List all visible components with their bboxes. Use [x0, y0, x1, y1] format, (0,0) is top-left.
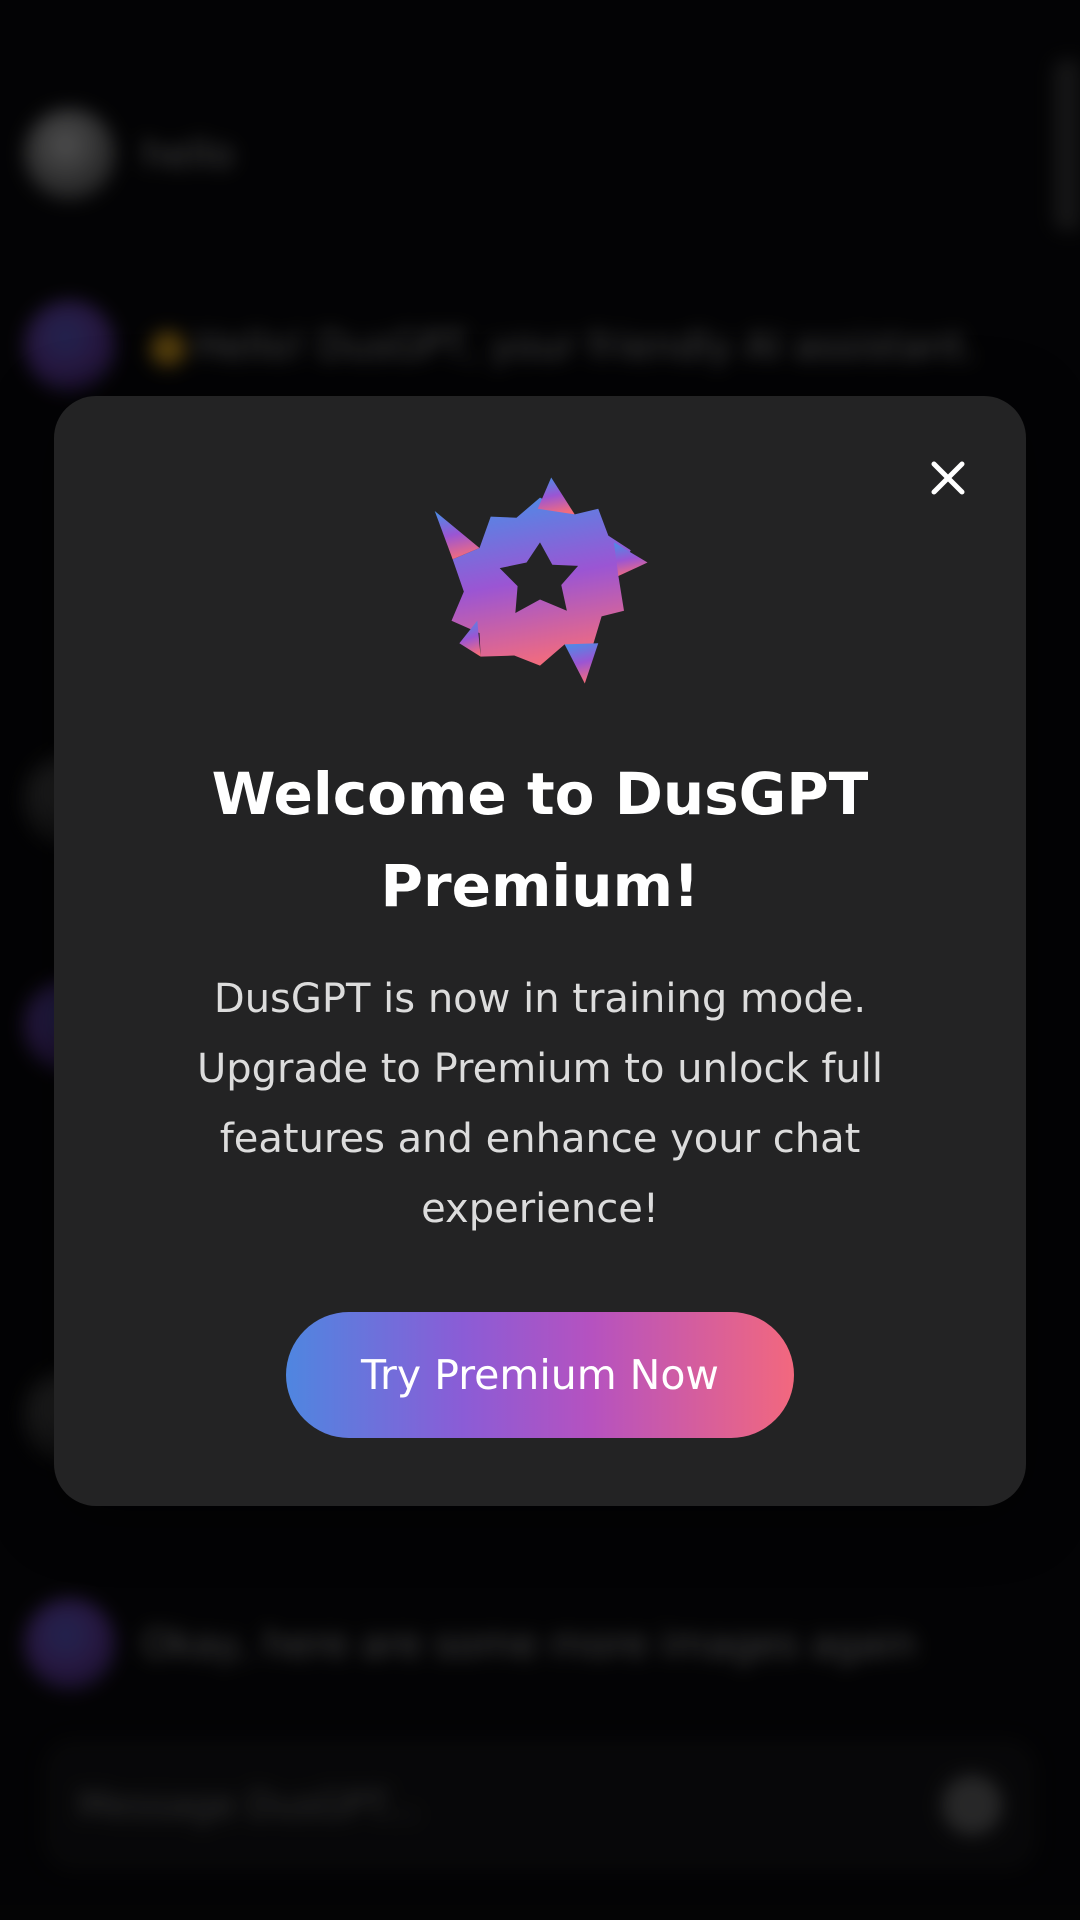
dusgpt-logo-icon — [434, 477, 648, 684]
close-button[interactable] — [920, 450, 976, 506]
try-premium-button[interactable]: Try Premium Now — [286, 1312, 794, 1438]
modal-title: Welcome to DusGPT Premium! — [211, 760, 869, 920]
modal-description: DusGPT is now in training mode. Upgrade … — [197, 976, 883, 1232]
premium-modal: Welcome to DusGPT Premium! DusGPT is now… — [54, 396, 1026, 1506]
app-screen: hello Hello! DusGPT, your friendly AI as… — [0, 0, 1080, 1920]
close-icon — [931, 461, 965, 495]
